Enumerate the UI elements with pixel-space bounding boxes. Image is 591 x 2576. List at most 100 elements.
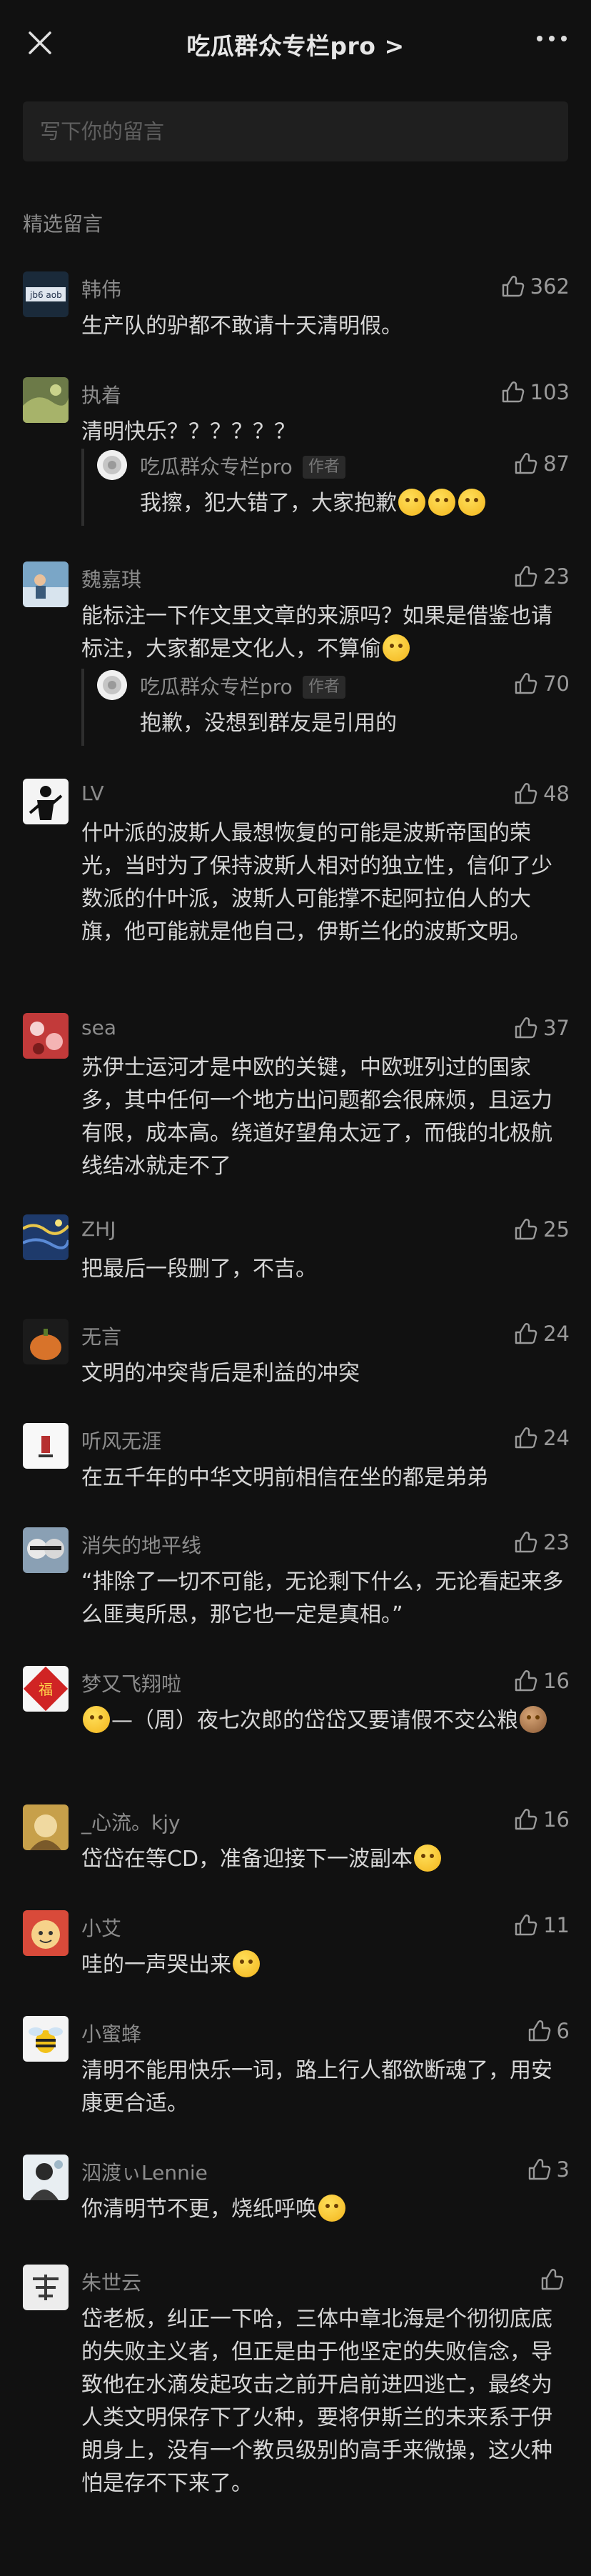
like-button[interactable]: 11 bbox=[513, 1913, 570, 1937]
comment-author[interactable]: 泅渡ぃLennie bbox=[81, 2157, 208, 2186]
like-button[interactable]: 362 bbox=[500, 274, 570, 299]
comment-author[interactable]: 听风无涯 bbox=[81, 1426, 161, 1454]
avatar[interactable]: 福 bbox=[23, 1666, 69, 1712]
like-button[interactable]: 16 bbox=[513, 1807, 570, 1832]
thumbs-up-icon bbox=[513, 1530, 537, 1554]
like-count: 24 bbox=[543, 1322, 570, 1346]
reply-avatar[interactable] bbox=[97, 670, 127, 700]
like-button[interactable]: 87 bbox=[513, 451, 570, 476]
comment-author[interactable]: sea bbox=[81, 1016, 116, 1039]
thumbs-up-icon bbox=[513, 672, 537, 696]
avatar[interactable] bbox=[23, 2265, 69, 2310]
reply-author[interactable]: 吃瓜群众专栏pro 作者 bbox=[140, 451, 345, 480]
thumbs-up-icon bbox=[513, 782, 537, 806]
like-button[interactable]: 24 bbox=[513, 1322, 570, 1346]
thumbs-up-icon bbox=[500, 380, 525, 404]
comment-author[interactable]: 魏嘉琪 bbox=[81, 564, 141, 593]
like-button[interactable]: 24 bbox=[513, 1426, 570, 1450]
laugh-cry-emoji-icon bbox=[458, 489, 485, 516]
avatar[interactable] bbox=[23, 2016, 69, 2062]
comment-item: 执着 103 清明快乐？？？？？？ 吃瓜群众专栏pro 作者 87 我擦，犯大错了… bbox=[0, 377, 591, 534]
comment-author[interactable]: 消失的地平线 bbox=[81, 1530, 201, 1559]
reply-text: 我擦，犯大错了，大家抱歉 bbox=[140, 491, 397, 516]
reply-avatar[interactable] bbox=[97, 450, 127, 480]
like-button[interactable]: 23 bbox=[513, 564, 570, 589]
comment-item: _心流。kjy 16 岱岱在等CD，准备迎接下一波副本 bbox=[0, 1804, 591, 1876]
avatar[interactable] bbox=[23, 561, 69, 607]
comment-author[interactable]: 朱世云 bbox=[81, 2267, 141, 2296]
avatar[interactable] bbox=[23, 1214, 69, 1260]
comment-item: ZHJ 25 把最后一段删了，不吉。 bbox=[0, 1214, 591, 1286]
laugh-cry-emoji-icon bbox=[428, 489, 455, 516]
avatar[interactable] bbox=[23, 1013, 69, 1059]
like-button[interactable]: 48 bbox=[513, 782, 570, 806]
comment-author[interactable]: 执着 bbox=[81, 380, 121, 409]
reply-divider bbox=[81, 449, 84, 526]
thumbs-up-icon bbox=[513, 1913, 537, 1937]
thumbs-up-icon bbox=[513, 1807, 537, 1832]
comment-author[interactable]: LV bbox=[81, 782, 104, 805]
comment-item: 魏嘉琪 23 能标注一下作文里文章的来源吗？如果是借鉴也请标注，大家都是文化人，… bbox=[0, 561, 591, 747]
like-count: 23 bbox=[543, 1530, 570, 1554]
like-count: 25 bbox=[543, 1217, 570, 1242]
comment-input[interactable] bbox=[23, 101, 568, 161]
like-count: 16 bbox=[543, 1807, 570, 1832]
author-reply: 吃瓜群众专栏pro 作者 70 抱歉，没想到群友是引用的 bbox=[81, 669, 581, 747]
avatar[interactable] bbox=[23, 1804, 69, 1850]
avatar[interactable] bbox=[23, 1423, 69, 1469]
comment-item: 朱世云 岱老板，纠正一下哈，三体中章北海是个彻彻底底的失败主义者，但正是由于他坚… bbox=[0, 2265, 591, 2500]
like-button[interactable]: 16 bbox=[513, 1669, 570, 1693]
comment-text: 能标注一下作文里文章的来源吗？如果是借鉴也请标注，大家都是文化人，不算偷 bbox=[81, 604, 552, 662]
close-icon[interactable] bbox=[26, 29, 54, 57]
like-button[interactable]: 23 bbox=[513, 1530, 570, 1554]
comment-text: 清明快乐？？？？？？ bbox=[81, 419, 296, 444]
thumbs-up-icon bbox=[513, 1426, 537, 1450]
like-count: 103 bbox=[530, 380, 570, 404]
comment-text: 把最后一段删了，不吉。 bbox=[81, 1257, 317, 1282]
like-button[interactable]: 70 bbox=[513, 672, 570, 696]
comment-author[interactable]: ZHJ bbox=[81, 1217, 116, 1241]
like-button[interactable] bbox=[540, 2267, 570, 2292]
comment-author[interactable]: 无言 bbox=[81, 1322, 121, 1350]
page-title[interactable]: 吃瓜群众专栏pro > bbox=[186, 27, 404, 61]
comment-text: 什叶派的波斯人最想恢复的可能是波斯帝国的荣光，当时为了保持波斯人相对的独立性，信… bbox=[81, 821, 552, 944]
like-button[interactable]: 103 bbox=[500, 380, 570, 404]
reply-divider bbox=[81, 669, 84, 746]
comment-input-box[interactable] bbox=[23, 101, 568, 161]
comment-author[interactable]: 小蜜蜂 bbox=[81, 2019, 141, 2047]
avatar[interactable]: jb6 aob bbox=[23, 271, 69, 317]
like-count: 23 bbox=[543, 564, 570, 589]
comment-text: “排除了一切不可能，无论剩下什么，无论看起来多么匪夷所思，那它也一定是真相。” bbox=[81, 1569, 564, 1627]
comment-author[interactable]: 韩伟 bbox=[81, 274, 121, 303]
comment-author[interactable]: 小艾 bbox=[81, 1913, 121, 1942]
avatar[interactable] bbox=[23, 779, 69, 824]
comment-text: 生产队的驴都不敢请十天清明假。 bbox=[81, 314, 403, 339]
like-count: 3 bbox=[556, 2157, 570, 2182]
like-count: 362 bbox=[530, 274, 570, 299]
reply-author[interactable]: 吃瓜群众专栏pro 作者 bbox=[140, 672, 345, 700]
avatar[interactable] bbox=[23, 1910, 69, 1956]
avatar[interactable] bbox=[23, 377, 69, 423]
comment-text: 岱岱在等CD，准备迎接下一波副本 bbox=[81, 1843, 567, 1876]
comment-item: LV 48 什叶派的波斯人最想恢复的可能是波斯帝国的荣光，当时为了保持波斯人相对… bbox=[0, 779, 591, 986]
like-button[interactable]: 25 bbox=[513, 1217, 570, 1242]
comment-text: 清明不能用快乐一词，路上行人都欲断魂了，用安康更合适。 bbox=[81, 2058, 552, 2116]
like-button[interactable]: 3 bbox=[527, 2157, 570, 2182]
avatar[interactable] bbox=[23, 1319, 69, 1364]
comment-item: 无言 24 文明的冲突背后是利益的冲突 bbox=[0, 1319, 591, 1390]
like-button[interactable]: 37 bbox=[513, 1016, 570, 1040]
laugh-cry-emoji-icon bbox=[398, 489, 425, 516]
like-button[interactable]: 6 bbox=[527, 2019, 570, 2043]
comment-author[interactable]: 梦又飞翔啦 bbox=[81, 1669, 181, 1697]
thumbs-up-icon bbox=[500, 274, 525, 299]
more-icon[interactable] bbox=[537, 36, 567, 41]
smirk-emoji-icon bbox=[383, 634, 410, 662]
author-badge: 作者 bbox=[302, 676, 345, 699]
avatar[interactable] bbox=[23, 1527, 69, 1573]
avatar[interactable] bbox=[23, 2155, 69, 2200]
author-reply: 吃瓜群众专栏pro 作者 87 我擦，犯大错了，大家抱歉 bbox=[81, 449, 581, 534]
thumbs-up-icon bbox=[513, 564, 537, 589]
reply-text-row: 我擦，犯大错了，大家抱歉 bbox=[140, 487, 568, 520]
comment-author[interactable]: _心流。kjy bbox=[81, 1807, 181, 1836]
comment-item: 小蜜蜂 6 清明不能用快乐一词，路上行人都欲断魂了，用安康更合适。 bbox=[0, 2016, 591, 2123]
